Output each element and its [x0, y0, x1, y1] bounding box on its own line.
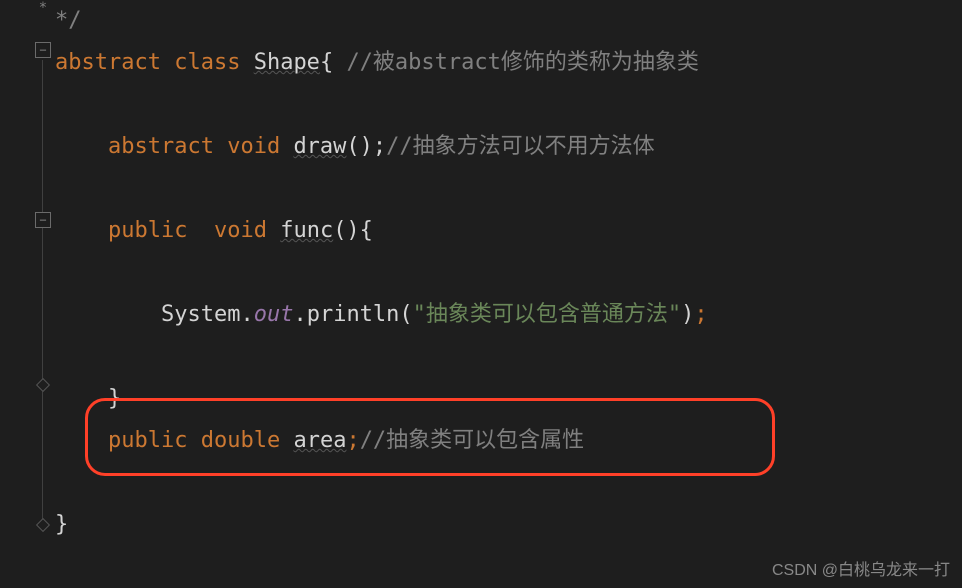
keyword-double: double — [201, 420, 280, 462]
keyword-abstract: abstract — [108, 126, 214, 168]
brace-close: } — [55, 504, 68, 546]
fold-marker-star[interactable]: * — [35, 0, 51, 16]
code-line: abstract class Shape{ //被abstract修饰的类称为抽… — [55, 42, 962, 84]
brace-close: } — [108, 378, 121, 420]
parens: (); — [346, 126, 386, 168]
code-line: public double area;//抽象类可以包含属性 — [55, 420, 962, 462]
keyword-void: void — [227, 126, 280, 168]
fold-marker-method[interactable]: − — [35, 212, 51, 228]
keyword-public: public — [108, 420, 187, 462]
gutter: * − − — [0, 0, 55, 588]
comment: //抽象方法可以不用方法体 — [386, 126, 655, 168]
code-line: */ — [55, 0, 962, 42]
parens-brace: (){ — [333, 210, 373, 252]
dot: . — [293, 294, 306, 336]
fold-marker-end1[interactable] — [36, 378, 50, 392]
code-area[interactable]: */ abstract class Shape{ //被abstract修饰的类… — [55, 0, 962, 588]
out-field: out — [254, 294, 294, 336]
watermark: CSDN @白桃乌龙来一打 — [772, 556, 950, 580]
code-line: } — [55, 378, 962, 420]
comment-end: */ — [55, 0, 82, 42]
method-name: func — [280, 210, 333, 252]
comment: //抽象类可以包含属性 — [360, 420, 585, 462]
brace-open: { — [320, 42, 333, 84]
code-line-blank — [55, 252, 962, 294]
code-line-blank — [55, 84, 962, 126]
code-line: System.out.println("抽象类可以包含普通方法"); — [55, 294, 962, 336]
system-obj: System — [161, 294, 240, 336]
code-line-blank — [55, 336, 962, 378]
code-line-blank — [55, 168, 962, 210]
println-call: println — [307, 294, 400, 336]
field-name: area — [293, 420, 346, 462]
class-name: Shape — [254, 42, 320, 84]
keyword-abstract: abstract — [55, 42, 161, 84]
keyword-public: public — [108, 210, 187, 252]
fold-marker-class[interactable]: − — [35, 42, 51, 58]
comment: //被abstract修饰的类称为抽象类 — [346, 42, 698, 84]
code-line-blank — [55, 462, 962, 504]
code-editor: * − − */ abstract class Shape{ //被abstra… — [0, 0, 962, 588]
method-name: draw — [293, 126, 346, 168]
code-line: } — [55, 504, 962, 546]
string-literal: "抽象类可以包含普通方法" — [413, 294, 682, 336]
keyword-class: class — [174, 42, 240, 84]
paren-close: ) — [681, 294, 694, 336]
paren-open: ( — [399, 294, 412, 336]
code-line: public void func(){ — [55, 210, 962, 252]
semicolon: ; — [346, 420, 359, 462]
keyword-void: void — [214, 210, 267, 252]
semicolon: ; — [694, 294, 707, 336]
fold-marker-end2[interactable] — [36, 518, 50, 532]
code-line: abstract void draw();//抽象方法可以不用方法体 — [55, 126, 962, 168]
dot: . — [240, 294, 253, 336]
